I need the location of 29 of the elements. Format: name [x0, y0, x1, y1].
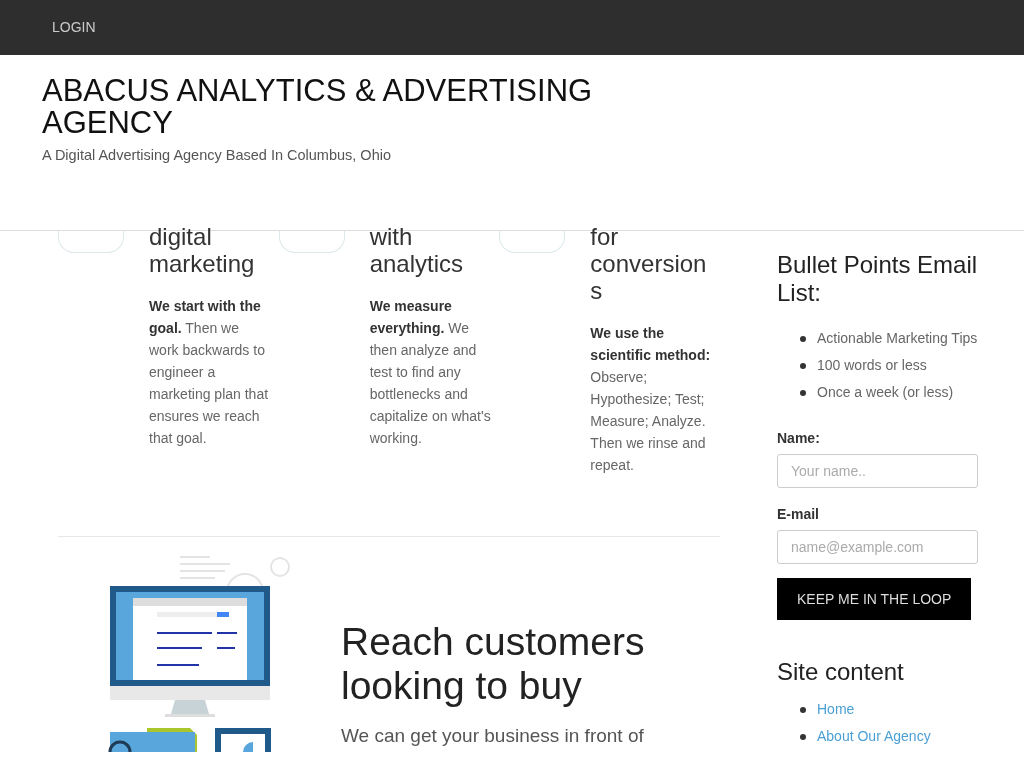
icon-frame [499, 231, 566, 253]
login-link[interactable]: LOGIN [52, 0, 96, 55]
feature-text: We use the scientific method: Observe; Hypothesize; Test; Measure; Analyze. Then we rinse and repeat. [590, 324, 712, 475]
bullet-icon [800, 390, 806, 396]
feature-heading: digital marketing [149, 223, 256, 277]
bullet-icon [800, 707, 806, 713]
feature-text: We measure everything. We then analyze and test to find any bottlenecks and capitalize on what's working. [369, 297, 492, 448]
section-text: We can get your business in front of [341, 724, 645, 748]
feature-heading: with analytics [369, 223, 465, 277]
bullet-icon [800, 363, 806, 369]
section-heading: Reach customers looking to buy [341, 620, 646, 708]
feature-heading: for conversions [590, 223, 708, 304]
input-field[interactable]: Your name.. [777, 454, 978, 488]
subscribe-button[interactable]: KEEP ME IN THE LOOP [777, 578, 972, 620]
site-tagline: A Digital Advertising Agency Based In Columbus, Ohio [42, 147, 392, 163]
feature-text: We start with the goal. Then we work backwards to engineer a marketing plan that ensures we reach that goal. [149, 297, 270, 448]
site-title: ABACUS ANALYTICS & ADVERTISING AGENCY [42, 75, 594, 139]
icon-frame [278, 231, 345, 253]
bullet-icon [800, 336, 806, 342]
newsletter-heading: Bullet Points Email List: [777, 251, 978, 307]
input-field[interactable]: name@example.com [777, 530, 978, 564]
site-content-heading: Site content [777, 658, 905, 686]
bullet-point: 100 words or less [817, 357, 927, 373]
bullet-icon [800, 734, 806, 740]
field-label: E-mail [777, 506, 820, 522]
icon-frame [58, 231, 124, 253]
bullet-point: Once a week (or less) [817, 384, 954, 400]
bullet-point: Actionable Marketing Tips [817, 330, 978, 346]
field-label: Name: [777, 430, 821, 446]
